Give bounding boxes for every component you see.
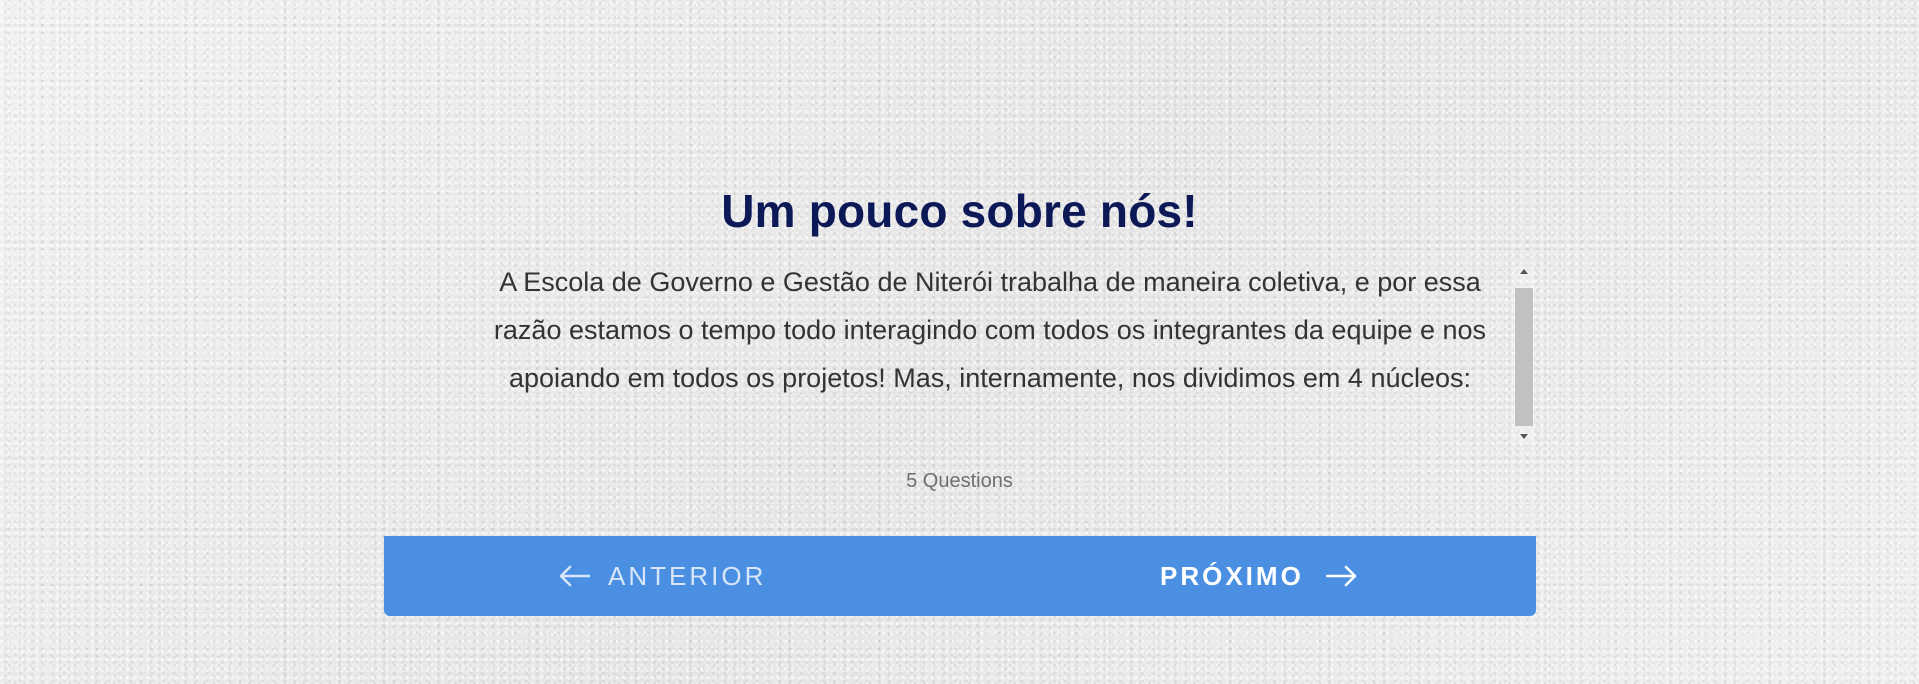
description-scrollbar[interactable] [1514, 266, 1534, 442]
scroll-thumb[interactable] [1515, 288, 1533, 426]
description-text: A Escola de Governo e Gestão de Niterói … [493, 267, 1487, 393]
next-button[interactable]: PRÓXIMO [1160, 536, 1358, 616]
description-scroll-area[interactable]: A Escola de Governo e Gestão de Niterói … [440, 258, 1540, 446]
scroll-down-arrow-icon[interactable] [1514, 430, 1534, 442]
navigation-bar: ANTERIOR PRÓXIMO [384, 536, 1536, 616]
question-count: 5 Questions [906, 470, 1013, 492]
previous-button-label: ANTERIOR [608, 560, 767, 591]
arrow-right-icon [1325, 565, 1358, 587]
scroll-up-arrow-icon[interactable] [1514, 266, 1534, 278]
previous-button[interactable]: ANTERIOR [558, 536, 766, 616]
page-title: Um pouco sobre nós! [721, 185, 1198, 237]
next-button-label: PRÓXIMO [1160, 560, 1304, 591]
arrow-left-icon [558, 565, 590, 587]
